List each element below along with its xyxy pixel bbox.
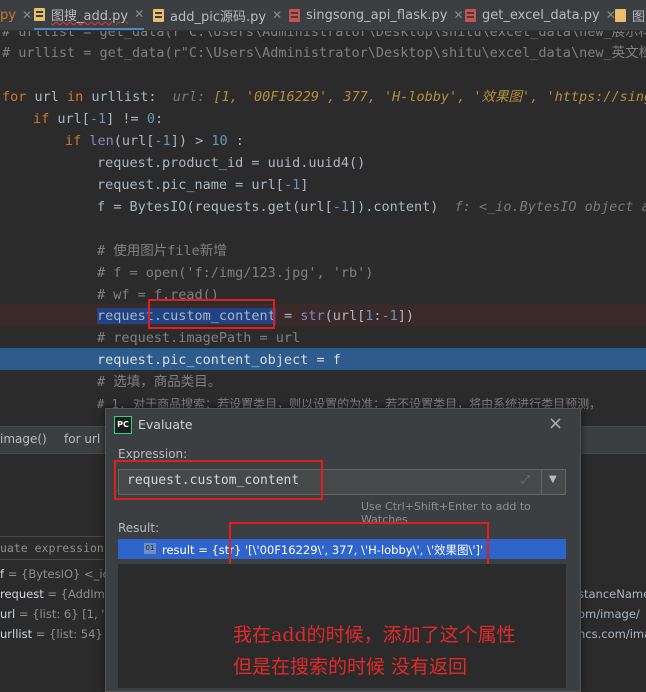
tab-label: add_pic源码.py [170, 9, 267, 25]
code-line: for url in urllist: url: [1, '00F16229',… [2, 89, 646, 105]
close-icon[interactable]: ✕ [22, 8, 32, 22]
code-editor[interactable]: # urllist = get_data(r"C:\Users\Administ… [0, 31, 646, 416]
tab-label: singsong_api_flask.py [306, 7, 448, 23]
close-icon[interactable]: × [548, 413, 563, 434]
variable-value-fragment: stanceName [578, 587, 646, 601]
tab-add-pic[interactable]: add_pic源码.py ✕ [153, 0, 282, 30]
code-comment: # f = open('f:/img/123.jpg', 'rb') [97, 265, 374, 281]
variable-row[interactable]: url = {list: 6} [1, '0 [0, 604, 112, 624]
tab-partial-right[interactable]: 图 [615, 0, 645, 30]
tab-singsong-api[interactable]: singsong_api_flask.py ✕ [289, 0, 464, 30]
frame-tab-for-url[interactable]: for url [64, 432, 100, 446]
python-file-icon [153, 8, 164, 22]
dialog-title: Evaluate [138, 417, 193, 432]
pycharm-logo-icon: PC [114, 416, 132, 434]
close-icon[interactable]: ✕ [453, 8, 463, 22]
expression-label: Expression: [118, 447, 188, 461]
python-file-icon [465, 8, 476, 22]
string-type-icon: 01 [144, 543, 156, 554]
evaluate-expression-input[interactable]: uate expression [0, 536, 104, 560]
code-line: request.product_id = uuid.uuid4() [97, 155, 366, 171]
code-line: request.pic_name = url[-1] [97, 177, 309, 193]
code-line: if len(url[-1]) > 10 : [65, 133, 244, 149]
code-line-current: request.pic_content_object = f [97, 352, 341, 368]
frame-tab-image[interactable]: image() [0, 432, 47, 446]
tab-partial[interactable]: py ✕ [0, 0, 32, 30]
python-file-icon [34, 7, 45, 21]
variable-value-fragment: ncs.com/ima [578, 627, 646, 641]
python-file-icon [289, 8, 300, 22]
editor-tab-bar: py ✕ 图搜_add.py ✕ add_pic源码.py ✕ singsong… [0, 0, 646, 31]
history-dropdown-icon[interactable]: ▼ [549, 474, 557, 485]
tab-get-excel-data[interactable]: get_excel_data.py ✕ [465, 0, 616, 30]
code-comment: # request.imagePath = url [97, 330, 301, 346]
python-file-icon [615, 8, 626, 22]
dialog-title-bar: PC Evaluate × [106, 409, 580, 439]
code-line: if url[-1] != 0: [33, 111, 164, 127]
annotation-text: 但是在搜索的时候 没有返回 [233, 656, 468, 678]
tab-label: get_excel_data.py [482, 7, 600, 23]
variable-value-fragment: om/image/ [578, 607, 640, 621]
close-icon[interactable]: ✕ [134, 7, 144, 21]
expand-icon[interactable]: ⤢ [521, 473, 530, 487]
variable-row[interactable]: f = {BytesIO} <_io [0, 564, 110, 584]
annotation-box [148, 299, 275, 329]
tab-tusou-add[interactable]: 图搜_add.py ✕ [34, 0, 145, 30]
code-line: # urllist = get_data(r"C:\Users\Administ… [2, 45, 646, 61]
divider [541, 470, 542, 494]
annotation-text: 我在add的时候，添加了这个属性 [233, 624, 516, 646]
variable-row[interactable]: urllist = {list: 54} [ [0, 624, 111, 644]
evaluate-dialog: PC Evaluate × Expression: request.custom… [105, 408, 581, 692]
close-icon[interactable]: ✕ [272, 8, 282, 22]
result-label: Result: [118, 521, 160, 535]
annotation-box [114, 460, 323, 500]
tab-label: py [0, 7, 16, 23]
tab-label: 图搜_add.py [51, 8, 129, 24]
code-line: f = BytesIO(requests.get(url[-1]).conten… [97, 199, 646, 215]
code-comment: # 使用图片file新增 [97, 243, 227, 259]
code-comment: # 选填，商品类目。 [97, 374, 222, 390]
tab-label: 图 [632, 9, 646, 25]
variable-row[interactable]: request = {AddIm [0, 584, 105, 604]
